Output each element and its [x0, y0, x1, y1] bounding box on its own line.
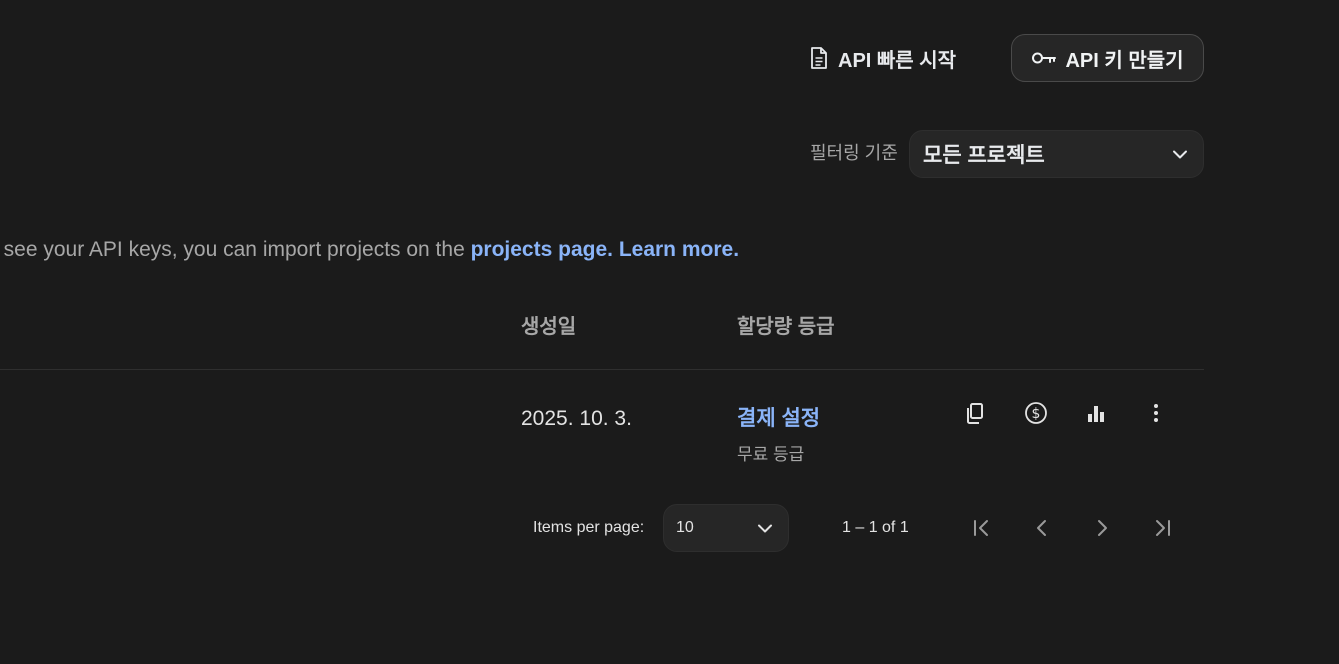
billing-button[interactable]: $: [1016, 393, 1056, 433]
last-page-button[interactable]: [1142, 508, 1182, 548]
copy-key-button[interactable]: [955, 393, 995, 433]
import-info-text: 't see your API keys, you can import pro…: [0, 236, 739, 264]
bar-chart-icon: [1085, 402, 1107, 424]
create-api-key-button[interactable]: API 키 만들기: [1011, 34, 1204, 82]
items-per-page-label: Items per page:: [533, 519, 645, 536]
import-info-prefix: 't see your API keys, you can import pro…: [0, 238, 471, 261]
api-quickstart-label: API 빠른 시작: [838, 49, 957, 72]
created-date-cell: 2025. 10. 3.: [521, 407, 632, 430]
column-header-quota-tier[interactable]: 할당량 등급: [737, 314, 835, 340]
quota-tier-value: 무료 등급: [737, 445, 805, 464]
table-divider: [0, 369, 1204, 370]
api-keys-page: API 빠른 시작 API 키 만들기 필터링 기준 모든 프로젝트 't se…: [0, 0, 1339, 664]
next-page-button[interactable]: [1082, 508, 1122, 548]
column-header-created[interactable]: 생성일: [521, 314, 576, 340]
project-filter-select[interactable]: 모든 프로젝트: [909, 130, 1204, 178]
key-icon: [1031, 50, 1057, 66]
more-vert-icon: [1153, 402, 1159, 424]
more-options-button[interactable]: [1136, 393, 1176, 433]
items-per-page-value: 10: [676, 519, 694, 536]
previous-page-button[interactable]: [1022, 508, 1062, 548]
chevron-right-icon: [1090, 516, 1114, 540]
first-page-icon: [970, 516, 994, 540]
chevron-down-icon: [1171, 148, 1189, 160]
billing-setup-link[interactable]: 결제 설정: [737, 405, 820, 433]
usage-button[interactable]: [1076, 393, 1116, 433]
document-icon: [808, 46, 830, 70]
project-filter-value: 모든 프로젝트: [923, 144, 1045, 167]
filter-label: 필터링 기준: [810, 143, 898, 163]
api-quickstart-link[interactable]: API 빠른 시작: [808, 38, 956, 78]
items-per-page-select[interactable]: 10: [663, 504, 789, 552]
copy-icon: [964, 401, 986, 425]
chevron-left-icon: [1030, 516, 1054, 540]
learn-more-link[interactable]: Learn more.: [619, 238, 739, 261]
first-page-button[interactable]: [962, 508, 1002, 548]
projects-page-link[interactable]: projects page.: [471, 238, 613, 261]
pagination-range: 1 – 1 of 1: [842, 519, 909, 536]
dollar-circle-icon: $: [1024, 401, 1048, 425]
svg-text:$: $: [1032, 406, 1041, 422]
chevron-down-icon: [756, 522, 774, 534]
last-page-icon: [1150, 516, 1174, 540]
create-api-key-label: API 키 만들기: [1065, 49, 1184, 72]
